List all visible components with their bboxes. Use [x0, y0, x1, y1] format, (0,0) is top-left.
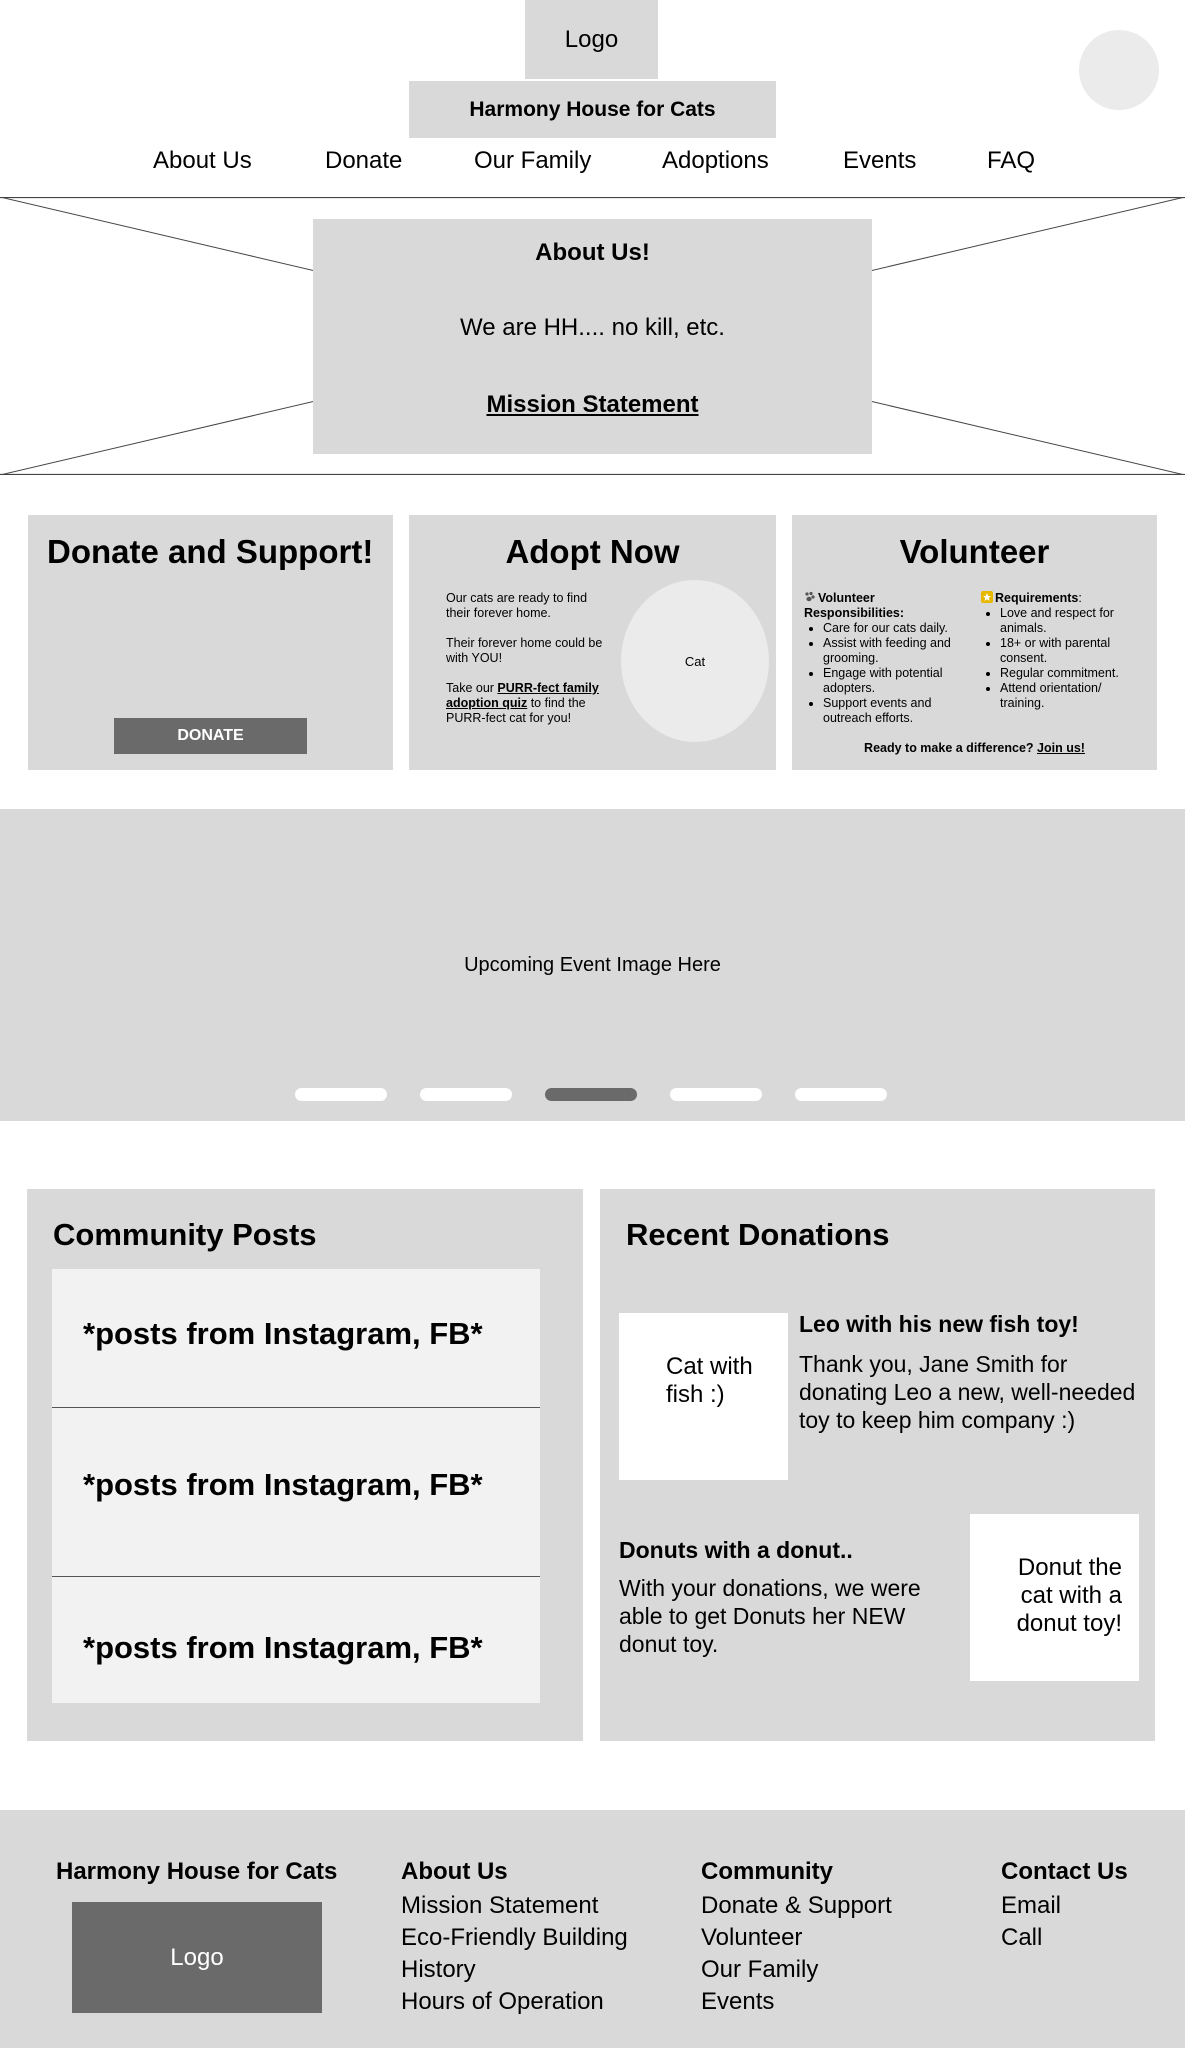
donate-card: Donate and Support! DONATE — [28, 515, 393, 770]
donation-image-label: Cat with fish :) — [666, 1353, 753, 1408]
event-carousel[interactable]: Upcoming Event Image Here — [0, 809, 1185, 1121]
paw-icon — [805, 591, 815, 602]
responsibility-item: Assist with feeding and grooming. — [823, 636, 974, 666]
carousel-dot[interactable] — [420, 1088, 512, 1101]
footer-about-title: About Us — [401, 1858, 508, 1885]
responsibility-item: Care for our cats daily. — [823, 621, 974, 636]
footer-link-email[interactable]: Email — [1001, 1890, 1061, 1922]
footer-community-title: Community — [701, 1858, 833, 1885]
event-image-placeholder-text: Upcoming Event Image Here — [464, 954, 721, 976]
volunteer-requirements: Requirements: Love and respect for anima… — [981, 591, 1141, 711]
cat-image-label: Cat — [684, 653, 706, 669]
header-logo[interactable]: Logo — [525, 0, 658, 79]
star-icon — [981, 591, 993, 603]
footer-link-mission-statement[interactable]: Mission Statement — [401, 1890, 628, 1922]
footer-contact-title: Contact Us — [1001, 1858, 1128, 1885]
carousel-dot[interactable] — [795, 1088, 887, 1101]
carousel-dot[interactable] — [670, 1088, 762, 1101]
footer-link-history[interactable]: History — [401, 1954, 628, 1986]
footer-link-our-family[interactable]: Our Family — [701, 1954, 892, 1986]
post-item[interactable]: *posts from Instagram, FB* — [52, 1269, 540, 1408]
adopt-quiz-prefix: Take our — [446, 681, 498, 695]
donate-card-title: Donate and Support! — [47, 533, 374, 570]
community-posts-panel: Community Posts *posts from Instagram, F… — [27, 1189, 583, 1741]
footer-brand: Harmony House for Cats — [56, 1858, 338, 1885]
responsibility-item: Support events and outreach efforts. — [823, 696, 974, 726]
nav-donate[interactable]: Donate — [325, 144, 402, 178]
about-title: About Us! — [535, 239, 650, 266]
about-text: We are HH.... no kill, etc. — [460, 314, 725, 341]
donation-image-placeholder: Cat with fish :) — [619, 1313, 788, 1480]
join-us-link[interactable]: Join us! — [1037, 741, 1085, 755]
footer-link-eco-friendly-building[interactable]: Eco-Friendly Building — [401, 1922, 628, 1954]
post-item[interactable]: *posts from Instagram, FB* — [52, 1408, 540, 1577]
nav-about-us[interactable]: About Us — [153, 144, 252, 178]
adopt-paragraph-1: Our cats are ready to find their forever… — [446, 591, 588, 620]
volunteer-cta-text: Ready to make a difference? — [864, 741, 1038, 755]
footer-link-events[interactable]: Events — [701, 1986, 892, 2018]
recent-donations-title: Recent Donations — [626, 1217, 890, 1252]
requirement-item: Attend orientation/ training. — [1000, 681, 1141, 711]
donation-image-label: Donut the cat with a donut toy! — [1016, 1554, 1122, 1637]
post-item[interactable]: *posts from Instagram, FB* — [52, 1577, 540, 1703]
adopt-card-title: Adopt Now — [505, 533, 680, 570]
volunteer-cta: Ready to make a difference? Join us! — [792, 741, 1157, 755]
donation-text: Thank you, Jane Smith for donating Leo a… — [799, 1351, 1136, 1433]
cat-image-placeholder: Cat — [621, 580, 769, 742]
donation-text: With your donations, we were able to get… — [619, 1575, 921, 1657]
footer-link-call[interactable]: Call — [1001, 1922, 1061, 1954]
footer-contact-links: Email Call — [1001, 1890, 1061, 1954]
post-text: *posts from Instagram, FB* — [83, 1630, 483, 1665]
responsibilities-title: Volunteer Responsibilities: — [804, 591, 905, 620]
posts-feed[interactable]: *posts from Instagram, FB* *posts from I… — [52, 1269, 540, 1703]
footer-community-links: Donate & Support Volunteer Our Family Ev… — [701, 1890, 892, 2018]
footer-logo[interactable]: Logo — [72, 1902, 322, 2013]
adopt-description: Our cats are ready to find their forever… — [446, 591, 606, 741]
volunteer-card: Volunteer Volunteer Responsibilities: Ca… — [792, 515, 1157, 770]
requirement-item: Regular commitment. — [1000, 666, 1141, 681]
post-text: *posts from Instagram, FB* — [83, 1467, 483, 1502]
adopt-paragraph-2: Their forever home could be with YOU! — [446, 636, 603, 665]
profile-avatar[interactable] — [1079, 30, 1159, 110]
responsibility-item: Engage with potential adopters. — [823, 666, 974, 696]
community-posts-title: Community Posts — [53, 1217, 317, 1252]
adopt-card: Adopt Now Our cats are ready to find the… — [409, 515, 776, 770]
donation-title: Leo with his new fish toy! — [799, 1311, 1079, 1337]
footer-about-links: Mission Statement Eco-Friendly Building … — [401, 1890, 628, 2018]
recent-donations-panel: Recent Donations Cat with fish :) Leo wi… — [600, 1189, 1155, 1741]
donation-image-placeholder: Donut the cat with a donut toy! — [970, 1514, 1139, 1681]
nav-our-family[interactable]: Our Family — [474, 144, 591, 178]
requirement-item: Love and respect for animals. — [1000, 606, 1141, 636]
requirement-item: 18+ or with parental consent. — [1000, 636, 1141, 666]
mission-statement-link[interactable]: Mission Statement — [313, 391, 872, 419]
volunteer-card-title: Volunteer — [899, 533, 1050, 570]
adopt-paragraph-3: Take our PURR-fect family adoption quiz … — [446, 681, 606, 726]
nav-faq[interactable]: FAQ — [987, 144, 1035, 178]
requirements-title: Requirements — [995, 591, 1079, 605]
footer-link-donate-support[interactable]: Donate & Support — [701, 1890, 892, 1922]
post-text: *posts from Instagram, FB* — [83, 1316, 483, 1351]
footer: Harmony House for Cats Logo About Us Mis… — [0, 1810, 1185, 2048]
nav-adoptions[interactable]: Adoptions — [662, 144, 769, 178]
carousel-dot[interactable] — [545, 1088, 637, 1101]
footer-link-volunteer[interactable]: Volunteer — [701, 1922, 892, 1954]
donate-button[interactable]: DONATE — [114, 718, 307, 754]
about-us-card: About Us! We are HH.... no kill, etc. Mi… — [313, 219, 872, 454]
donation-title: Donuts with a donut.. — [619, 1537, 853, 1563]
carousel-dot[interactable] — [295, 1088, 387, 1101]
site-title[interactable]: Harmony House for Cats — [409, 81, 776, 138]
nav-events[interactable]: Events — [843, 144, 916, 178]
volunteer-responsibilities: Volunteer Responsibilities: Care for our… — [804, 591, 974, 726]
footer-link-hours[interactable]: Hours of Operation — [401, 1986, 628, 2018]
